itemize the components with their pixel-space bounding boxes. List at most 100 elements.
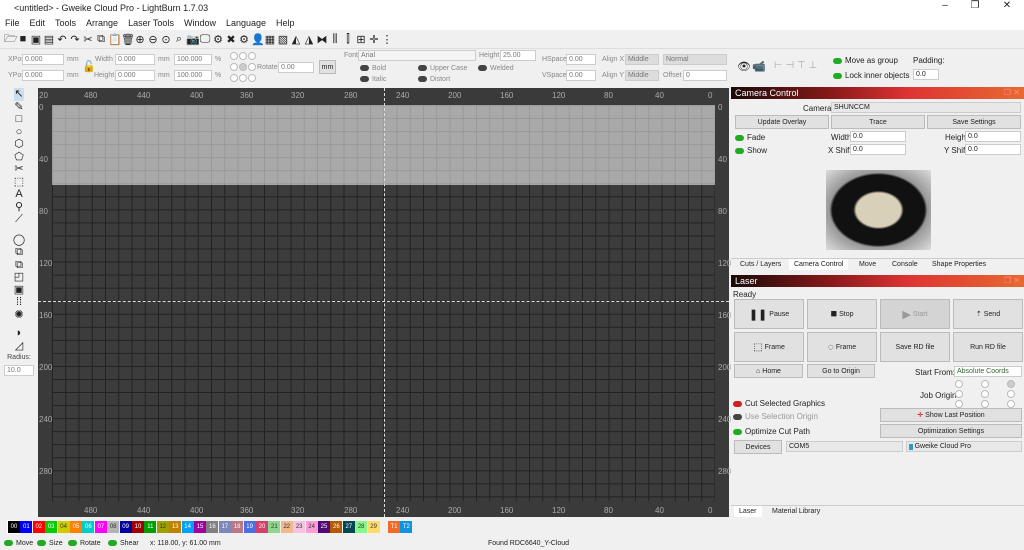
lock-inner-toggle[interactable] (833, 72, 842, 79)
tools-icon[interactable]: ✖ (225, 33, 237, 46)
home-button[interactable]: ⌂ Home (734, 364, 803, 378)
minimize-button[interactable]: – (930, 0, 960, 11)
units-button[interactable]: mm (319, 60, 336, 74)
layer-swatch[interactable]: 14 (181, 521, 194, 533)
layer-swatch[interactable]: 23 (293, 521, 306, 533)
open-icon[interactable]: 🗁 (4, 30, 18, 49)
pause-button[interactable]: ❚❚ Pause (734, 299, 804, 329)
layer-swatch[interactable]: 22 (280, 521, 293, 533)
job-origin-radio[interactable] (955, 380, 963, 388)
marquee-icon[interactable]: ⬚ (14, 176, 24, 189)
anchor-radio[interactable] (230, 52, 238, 60)
fade-toggle[interactable] (735, 134, 744, 141)
weld-icon[interactable]: ⧉ (15, 246, 23, 259)
tab-cuts-layers[interactable]: Cuts / Layers (735, 259, 786, 270)
position-icon[interactable]: ⚲ (15, 201, 23, 214)
cut-icon[interactable]: ✂ (82, 33, 94, 46)
maximize-button[interactable]: ❐ (960, 0, 990, 11)
job-origin-radio[interactable] (955, 400, 963, 408)
layer-swatch[interactable]: 15 (194, 521, 206, 533)
tab-laser[interactable]: Laser (734, 506, 762, 517)
layer-swatch[interactable]: T1 (388, 521, 400, 533)
group-icon[interactable]: ▦ (264, 33, 276, 46)
panel-close-icon[interactable]: ❐ ✕ (1004, 275, 1020, 287)
anchor-radio[interactable] (239, 52, 247, 60)
array-icon[interactable]: ⁞⁞ (16, 296, 22, 309)
use-selection-origin-toggle[interactable] (733, 413, 742, 420)
save-settings-button[interactable]: Save Settings (927, 115, 1021, 129)
zoom-out-icon[interactable]: ⊖ (147, 33, 159, 46)
layer-swatch[interactable]: 25 (318, 521, 330, 533)
design-canvas[interactable]: 20 480 480 440 440 400 400 360 360 320 320 280 280 2… (38, 88, 731, 517)
grid-icon[interactable]: ⋮ (381, 33, 393, 46)
tab-shape-properties[interactable]: Shape Properties (927, 259, 991, 270)
job-origin-radio[interactable] (981, 390, 989, 398)
layer-swatch[interactable]: 04 (57, 521, 70, 533)
job-origin-radio[interactable] (955, 390, 963, 398)
height-percent-input[interactable]: 100.000 (174, 70, 212, 81)
zoom-in-icon[interactable]: ⊕ (134, 33, 146, 46)
anchor-radio[interactable] (248, 63, 256, 71)
zoom-page-icon[interactable]: ⌕ (173, 33, 185, 46)
show-toggle[interactable] (735, 147, 744, 154)
layer-swatch[interactable]: 28 (355, 521, 368, 533)
cut-selected-toggle[interactable] (733, 400, 742, 407)
layer-swatch[interactable]: 01 (20, 521, 33, 533)
layer-swatch[interactable]: 19 (243, 521, 256, 533)
move-as-group-toggle[interactable] (833, 57, 842, 64)
layer-swatch[interactable]: 21 (268, 521, 281, 533)
flip-h-icon[interactable]: ◭ (290, 33, 302, 46)
rectangle-icon[interactable]: □ (16, 113, 23, 126)
upper-case-toggle[interactable] (418, 65, 427, 72)
ypos-input[interactable]: 0.000 (22, 70, 64, 81)
menu-window[interactable]: Window (179, 16, 221, 30)
circular-array-icon[interactable]: ✺ (14, 309, 23, 322)
anchor-radio[interactable] (239, 74, 247, 82)
anchor-radio[interactable] (248, 52, 256, 60)
width-percent-input[interactable]: 100.000 (174, 54, 212, 65)
anchor-radio[interactable] (239, 63, 247, 71)
job-origin-radio[interactable] (1007, 390, 1015, 398)
redo-icon[interactable]: ↷ (69, 33, 81, 46)
scissors-icon[interactable]: ✂ (14, 163, 23, 176)
anchor-radio[interactable] (230, 74, 238, 82)
paste-icon[interactable]: 📋 (108, 33, 122, 46)
pen-icon[interactable]: ✎ (14, 101, 23, 114)
layer-swatch[interactable]: 12 (156, 521, 169, 533)
layer-swatch[interactable]: 06 (82, 521, 95, 533)
size-toggle[interactable] (37, 540, 46, 547)
text-mode-select[interactable]: Normal (663, 54, 727, 65)
menu-help[interactable]: Help (271, 16, 300, 30)
offset-input[interactable]: 0 (683, 70, 727, 81)
rotate-input[interactable]: 0.00 (278, 62, 314, 73)
import-icon[interactable]: ▣ (30, 33, 42, 46)
cam-width-input[interactable]: 0.0 (850, 131, 906, 142)
padding-input[interactable]: 0.0 (913, 69, 939, 80)
layer-swatch[interactable]: 07 (94, 521, 107, 533)
flip-v-icon[interactable]: ◮ (303, 33, 315, 46)
align-center-icon[interactable]: ⫿ (342, 33, 354, 46)
select-icon[interactable]: ↖ (14, 88, 24, 101)
user-icon[interactable]: 👤 (251, 33, 265, 46)
tab-console[interactable]: Console (887, 259, 923, 270)
align-x-select[interactable]: Middle (625, 54, 659, 65)
polyline-icon[interactable]: ⬠ (14, 151, 24, 164)
xshift-input[interactable]: 0.0 (850, 144, 906, 155)
go-to-origin-button[interactable]: Go to Origin (807, 364, 875, 378)
settings-icon[interactable]: ⚙ (212, 33, 224, 46)
port-select[interactable]: COM5 (786, 441, 903, 452)
run-rd-button[interactable]: Run RD file (953, 332, 1023, 362)
save-rd-button[interactable]: Save RD file (880, 332, 950, 362)
camera-select[interactable]: SHUNCCM (831, 102, 1021, 113)
devices-button[interactable]: Devices (734, 440, 782, 454)
trace-button[interactable]: Trace (831, 115, 925, 129)
layer-swatch[interactable]: T2 (400, 521, 413, 533)
save-icon[interactable]: ■ (17, 33, 29, 45)
layer-swatch[interactable]: 03 (45, 521, 58, 533)
subtract-icon[interactable]: ◰ (14, 271, 24, 284)
ungroup-icon[interactable]: ▧ (277, 33, 289, 46)
layer-swatch[interactable]: 00 (7, 520, 21, 534)
corner-round-icon[interactable]: ◗ (16, 327, 23, 340)
menu-file[interactable]: File (0, 16, 25, 30)
vspace-input[interactable]: 0.00 (566, 70, 596, 81)
